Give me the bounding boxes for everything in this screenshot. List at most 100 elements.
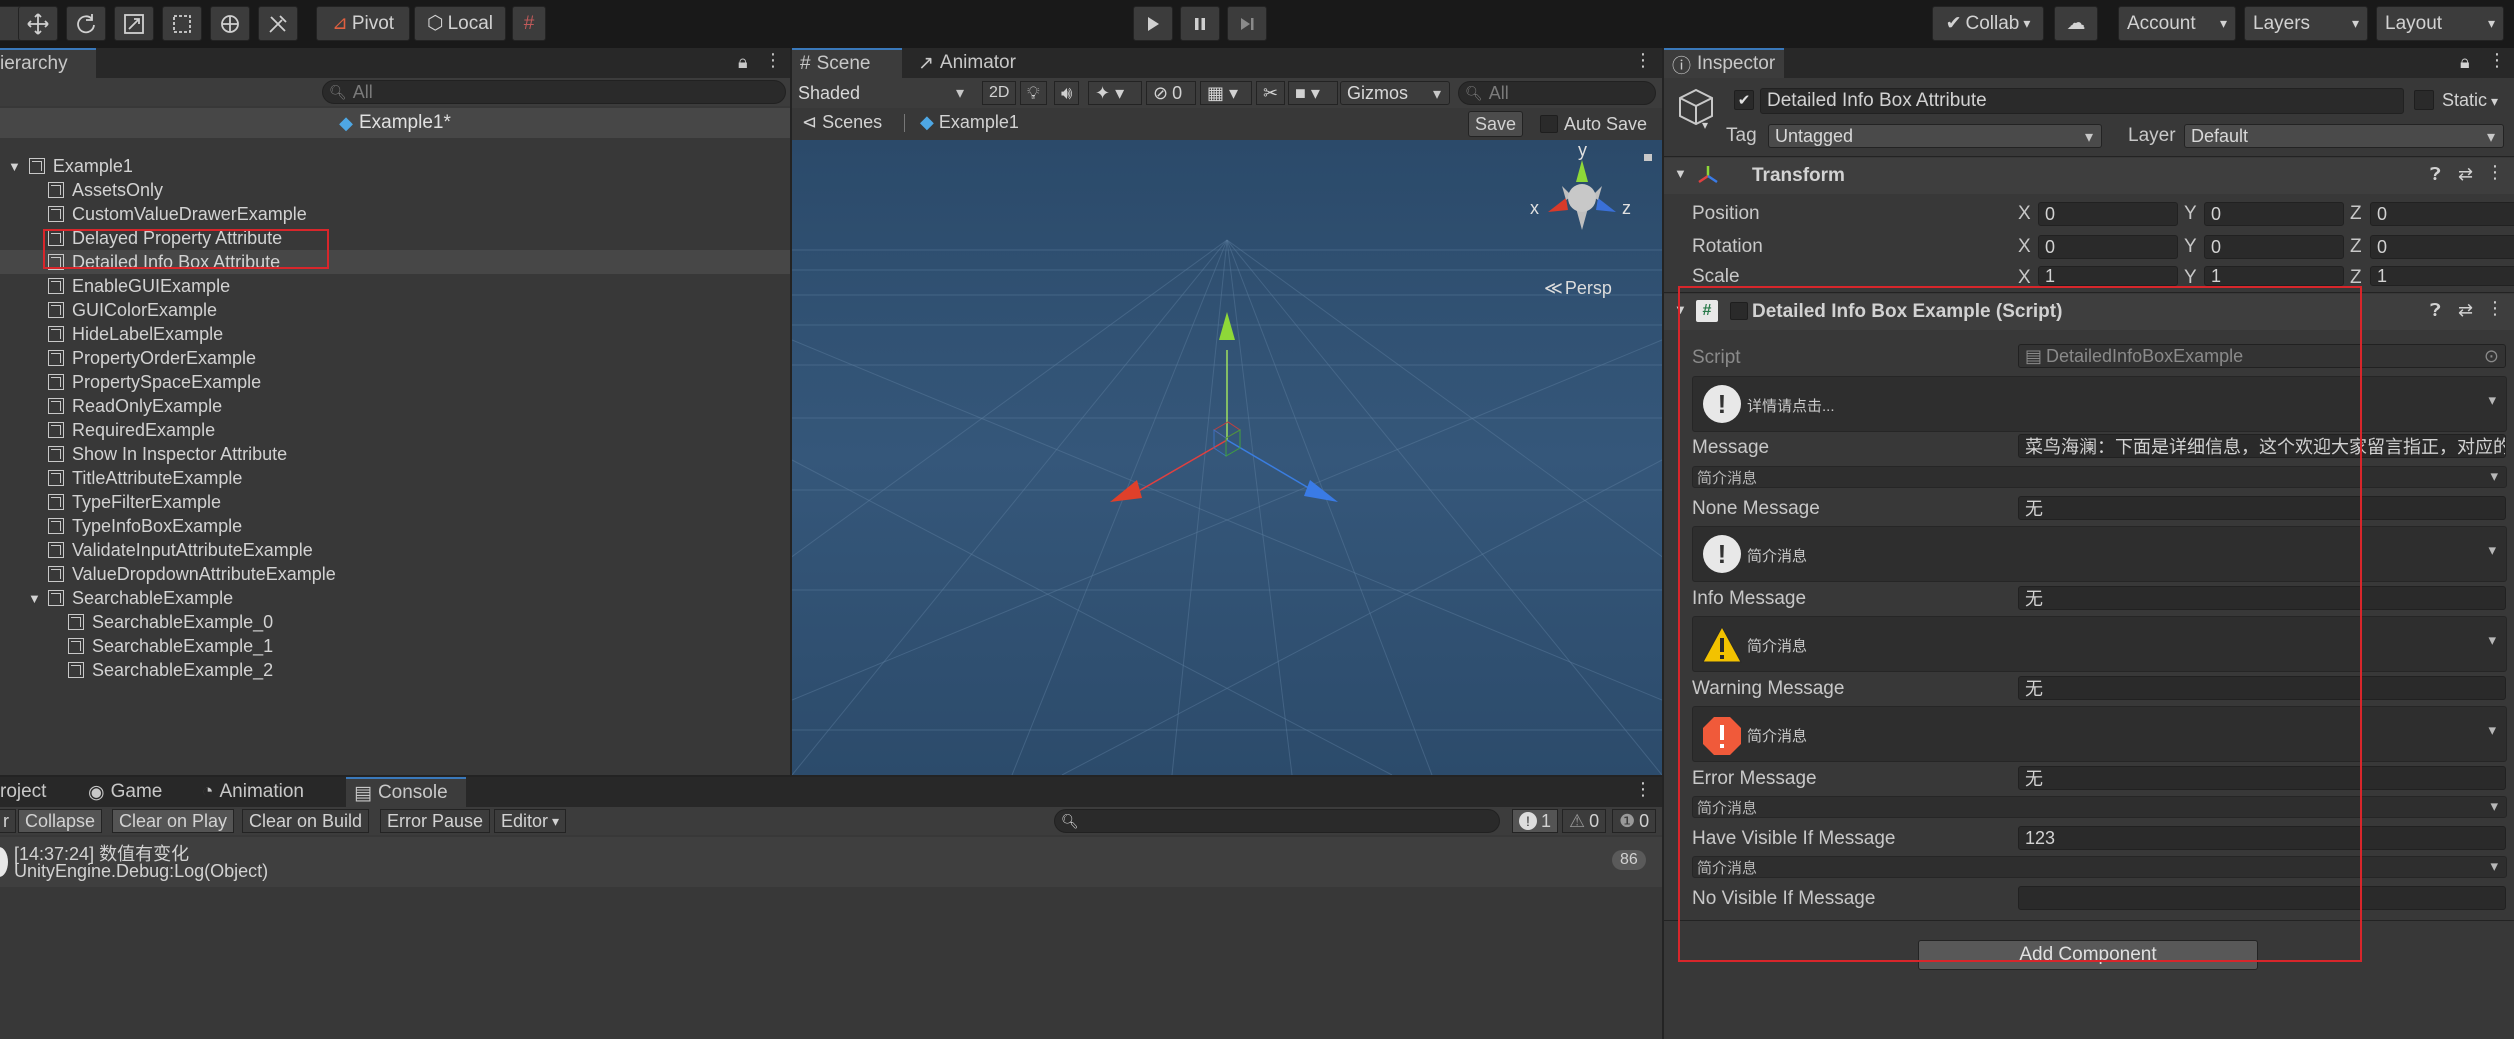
tree-item[interactable]: AssetsOnly xyxy=(0,178,790,202)
gizmos-dropdown[interactable]: Gizmos xyxy=(1340,81,1450,105)
tree-child-item[interactable]: SearchableExample_2 xyxy=(0,658,790,682)
more-menu-icon[interactable]: ⋮ xyxy=(1634,779,1652,800)
effects-icon[interactable]: ✦ ▾ xyxy=(1088,81,1142,105)
tree-item[interactable]: CustomValueDrawerExample xyxy=(0,202,790,226)
tree-item[interactable]: HideLabelExample xyxy=(0,322,790,346)
move-tool-icon[interactable] xyxy=(18,6,58,41)
tree-item[interactable]: PropertySpaceExample xyxy=(0,370,790,394)
rot-y-field[interactable]: 0 xyxy=(2204,235,2344,259)
icon-dropdown-arrow[interactable]: ▾ xyxy=(1702,118,1708,132)
tools-icon[interactable]: ✂ xyxy=(1256,81,1286,105)
tag-dropdown[interactable]: Untagged xyxy=(1768,124,2102,148)
active-checkbox[interactable]: ✔ xyxy=(1734,90,1754,110)
save-button[interactable]: Save xyxy=(1468,111,1524,137)
grid-toggle-icon[interactable]: ▦ ▾ xyxy=(1200,81,1252,105)
z-axis-arrow[interactable] xyxy=(1304,480,1338,502)
tree-item[interactable]: EnableGUIExample xyxy=(0,274,790,298)
clear-on-play-toggle[interactable]: Clear on Play xyxy=(112,809,235,833)
layers-dropdown[interactable]: Layers ▾ xyxy=(2244,6,2368,41)
local-button[interactable]: ⬡ Local xyxy=(414,6,506,41)
more-menu-icon[interactable]: ⋮ xyxy=(1634,50,1652,71)
perspective-label[interactable]: ≪ Persp xyxy=(1544,278,1612,299)
preset-icon[interactable]: ⇄ xyxy=(2458,300,2473,321)
rot-x-field[interactable]: 0 xyxy=(2038,235,2178,259)
tab-game[interactable]: ◉ Game xyxy=(80,777,180,807)
scene-viewport[interactable]: y x z ≪ Persp xyxy=(792,140,1662,775)
breadcrumb-scenes[interactable]: ⊲ Scenes xyxy=(802,112,882,133)
y-axis-arrow[interactable] xyxy=(1219,312,1235,340)
pivot-button[interactable]: ⊿ Pivot xyxy=(316,6,410,41)
tree-item[interactable]: ReadOnlyExample xyxy=(0,394,790,418)
camera-icon[interactable]: ■ ▾ xyxy=(1288,81,1338,105)
cloud-icon[interactable]: ☁ xyxy=(2054,6,2098,41)
pos-x-field[interactable]: 0 xyxy=(2038,202,2178,226)
2d-toggle[interactable]: 2D xyxy=(982,81,1017,105)
more-menu-icon[interactable]: ⋮ xyxy=(2486,298,2504,319)
collab-button[interactable]: ✔ Collab ▾ xyxy=(1932,6,2044,41)
custom-tool-icon[interactable] xyxy=(258,6,298,41)
warning-filter-toggle[interactable]: ⚠ 0 xyxy=(1562,809,1607,833)
tree-item[interactable]: TypeFilterExample xyxy=(0,490,790,514)
console-search-input[interactable]: 🔍︎ xyxy=(1054,809,1500,833)
breadcrumb-scene[interactable]: ◆ Example1 xyxy=(920,112,1019,133)
console-log-row[interactable]: [14:37:24] 数值有变化 UnityEngine.Debug:Log(O… xyxy=(0,837,1662,887)
tree-item[interactable]: TypeInfoBoxExample xyxy=(0,514,790,538)
pos-z-field[interactable]: 0 xyxy=(2370,202,2514,226)
shading-dropdown[interactable]: Shaded xyxy=(792,81,972,105)
scl-y-field[interactable]: 1 xyxy=(2204,266,2344,286)
tree-item[interactable]: GUIColorExample xyxy=(0,298,790,322)
log-filter-toggle[interactable]: ! 1 xyxy=(1512,809,1559,833)
hidden-objects-toggle[interactable]: ⊘ 0 xyxy=(1146,81,1196,105)
tree-item[interactable]: ValidateInputAttributeExample xyxy=(0,538,790,562)
pause-button[interactable] xyxy=(1180,6,1220,41)
more-menu-icon[interactable]: ⋮ xyxy=(2488,50,2506,71)
collapse-toggle[interactable]: Collapse xyxy=(18,809,103,833)
clear-button[interactable]: r xyxy=(0,809,16,833)
tab-inspector[interactable]: ⓘ Inspector xyxy=(1664,48,1784,78)
preset-icon[interactable]: ⇄ xyxy=(2458,164,2473,185)
tree-item[interactable]: ValueDropdownAttributeExample xyxy=(0,562,790,586)
more-menu-icon[interactable]: ⋮ xyxy=(2486,162,2504,183)
tree-item[interactable]: TitleAttributeExample xyxy=(0,466,790,490)
transform-header[interactable]: ▼ Transform ❓︎ ⇄ ⋮ xyxy=(1664,158,2514,194)
scene-search-input[interactable]: 🔍︎ All xyxy=(1458,81,1656,105)
transform-tool-icon[interactable] xyxy=(210,6,250,41)
scene-header[interactable]: ◆ Example1* xyxy=(0,108,790,138)
tree-root[interactable]: ▼ Example1 xyxy=(0,154,790,178)
tree-child-item[interactable]: SearchableExample_1 xyxy=(0,634,790,658)
more-menu-icon[interactable]: ⋮ xyxy=(764,50,782,71)
tree-item[interactable]: PropertyOrderExample xyxy=(0,346,790,370)
play-button[interactable] xyxy=(1133,6,1173,41)
tree-item[interactable]: RequiredExample xyxy=(0,418,790,442)
tab-scene[interactable]: # Scene xyxy=(792,48,902,78)
tab-animation[interactable]: ◔ Animation xyxy=(194,777,334,807)
lighting-icon[interactable]: 💡︎ xyxy=(1020,81,1047,105)
layer-dropdown[interactable]: Default xyxy=(2184,124,2504,148)
rot-z-field[interactable]: 0 xyxy=(2370,235,2514,259)
tab-hierarchy[interactable]: ierarchy xyxy=(0,48,96,78)
error-pause-toggle[interactable]: Error Pause xyxy=(380,809,491,833)
tab-animator[interactable]: ↗ Animator xyxy=(910,48,1030,78)
object-name-field[interactable]: Detailed Info Box Attribute xyxy=(1760,88,2404,114)
rect-tool-icon[interactable] xyxy=(162,6,202,41)
tab-console[interactable]: ▤ Console xyxy=(346,777,466,807)
static-checkbox[interactable] xyxy=(2414,90,2434,110)
clear-on-build-toggle[interactable]: Clear on Build xyxy=(242,809,370,833)
lock-icon[interactable]: 🔒︎ xyxy=(738,52,748,73)
layout-dropdown[interactable]: Layout ▾ xyxy=(2376,6,2504,41)
rotate-tool-icon[interactable] xyxy=(66,6,106,41)
static-dropdown[interactable]: Static ▾ xyxy=(2442,90,2498,111)
pos-y-field[interactable]: 0 xyxy=(2204,202,2344,226)
help-icon[interactable]: ❓︎ xyxy=(2430,164,2441,185)
scale-tool-icon[interactable] xyxy=(114,6,154,41)
scl-x-field[interactable]: 1 xyxy=(2038,266,2178,286)
tree-item[interactable]: Show In Inspector Attribute xyxy=(0,442,790,466)
autosave-checkbox[interactable] xyxy=(1540,115,1558,133)
tree-item[interactable]: ▼ SearchableExample xyxy=(0,586,790,610)
account-dropdown[interactable]: Account ▾ xyxy=(2118,6,2236,41)
audio-icon[interactable]: 🔊︎ xyxy=(1054,81,1080,105)
step-button[interactable] xyxy=(1227,6,1267,41)
hierarchy-search-input[interactable]: 🔍︎ All xyxy=(322,80,786,104)
tree-child-item[interactable]: SearchableExample_0 xyxy=(0,610,790,634)
expand-arrow-icon[interactable]: ▼ xyxy=(28,591,41,606)
